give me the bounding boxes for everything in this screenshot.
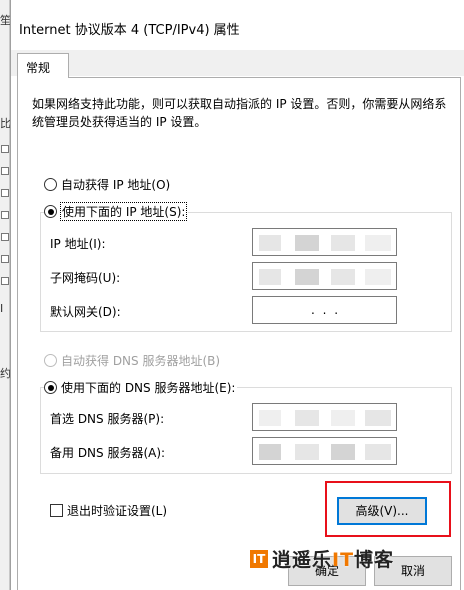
redacted-octet	[295, 410, 319, 426]
tab-general-label: 常规	[26, 61, 51, 75]
background-checkbox	[1, 211, 9, 219]
background-checkbox	[1, 233, 9, 241]
redacted-octet	[365, 444, 391, 460]
default-gateway-label: 默认网关(D):	[50, 305, 121, 319]
preferred-dns-field[interactable]	[252, 403, 397, 431]
manual-ip-radio-label: 使用下面的 IP 地址(S):	[59, 202, 188, 221]
watermark-text-main: 逍遥乐	[272, 549, 333, 571]
site-watermark: IT 逍遥乐IT博客	[250, 545, 394, 572]
alternate-dns-field[interactable]	[252, 437, 397, 465]
auto-dns-radio-label: 自动获得 DNS 服务器地址(B)	[61, 354, 221, 368]
preferred-dns-label: 首选 DNS 服务器(P):	[50, 412, 165, 426]
title-bar[interactable]: Internet 协议版本 4 (TCP/IPv4) 属性	[11, 0, 464, 50]
validate-on-exit-checkbox[interactable]: 退出时验证设置(L)	[50, 502, 167, 519]
manual-dns-radio-label: 使用下面的 DNS 服务器地址(E):	[61, 381, 236, 395]
auto-ip-radio-label: 自动获得 IP 地址(O)	[61, 178, 171, 192]
watermark-text-tail: 博客	[354, 549, 395, 571]
ip-address-label: IP 地址(I):	[50, 237, 106, 251]
tab-strip	[11, 50, 464, 76]
redacted-octet	[259, 269, 281, 285]
description-text: 如果网络支持此功能，则可以获取自动指派的 IP 设置。否则，你需要从网络系统管理…	[32, 97, 447, 129]
redacted-octet	[331, 235, 355, 251]
subnet-mask-label: 子网掩码(U):	[50, 271, 121, 285]
radio-button-disabled[interactable]	[44, 354, 57, 367]
default-gateway-value: . . .	[310, 303, 341, 317]
redacted-octet	[331, 269, 355, 285]
ipv4-properties-dialog: Internet 协议版本 4 (TCP/IPv4) 属性 常规 如果网络支持此…	[10, 0, 464, 590]
redacted-octet	[365, 269, 391, 285]
background-window-strip: 笙 比 I 约	[0, 0, 11, 590]
redacted-octet	[259, 410, 281, 426]
alternate-dns-label: 备用 DNS 服务器(A):	[50, 446, 166, 460]
watermark-logo: IT	[250, 549, 268, 568]
redacted-octet	[295, 235, 319, 251]
background-checkbox	[1, 255, 9, 263]
redacted-octet	[295, 444, 319, 460]
redacted-octet	[295, 269, 319, 285]
redacted-octet	[365, 410, 391, 426]
auto-dns-radio[interactable]: 自动获得 DNS 服务器地址(B)	[44, 352, 220, 369]
radio-button[interactable]	[44, 178, 57, 191]
background-checkbox	[1, 167, 9, 175]
default-gateway-field[interactable]: . . .	[252, 296, 397, 324]
background-window-text: I	[0, 302, 4, 315]
manual-ip-radio[interactable]: 使用下面的 IP 地址(S):	[44, 202, 189, 221]
radio-button-selected[interactable]	[44, 205, 57, 218]
redacted-octet	[259, 444, 281, 460]
red-highlight-box	[325, 481, 451, 537]
watermark-text-accent: IT	[332, 549, 355, 571]
tab-general[interactable]: 常规	[17, 53, 69, 78]
radio-button-selected[interactable]	[44, 381, 57, 394]
background-checkbox	[1, 189, 9, 197]
redacted-octet	[259, 235, 281, 251]
general-tab-page: 如果网络支持此功能，则可以获取自动指派的 IP 设置。否则，你需要从网络系统管理…	[17, 77, 461, 590]
redacted-octet	[331, 410, 355, 426]
manual-dns-radio[interactable]: 使用下面的 DNS 服务器地址(E):	[44, 379, 238, 396]
background-checkbox	[1, 145, 9, 153]
subnet-mask-field[interactable]	[252, 262, 397, 290]
auto-ip-radio[interactable]: 自动获得 IP 地址(O)	[44, 176, 170, 193]
cancel-button-label: 取消	[400, 564, 425, 578]
window-title: Internet 协议版本 4 (TCP/IPv4) 属性	[19, 23, 240, 38]
redacted-octet	[331, 444, 355, 460]
validate-on-exit-label: 退出时验证设置(L)	[67, 504, 168, 518]
checkbox[interactable]	[50, 504, 63, 517]
redacted-octet	[365, 235, 391, 251]
ip-address-field[interactable]	[252, 228, 397, 256]
watermark-text: 逍遥乐IT博客	[272, 545, 394, 572]
background-checkbox	[1, 277, 9, 285]
